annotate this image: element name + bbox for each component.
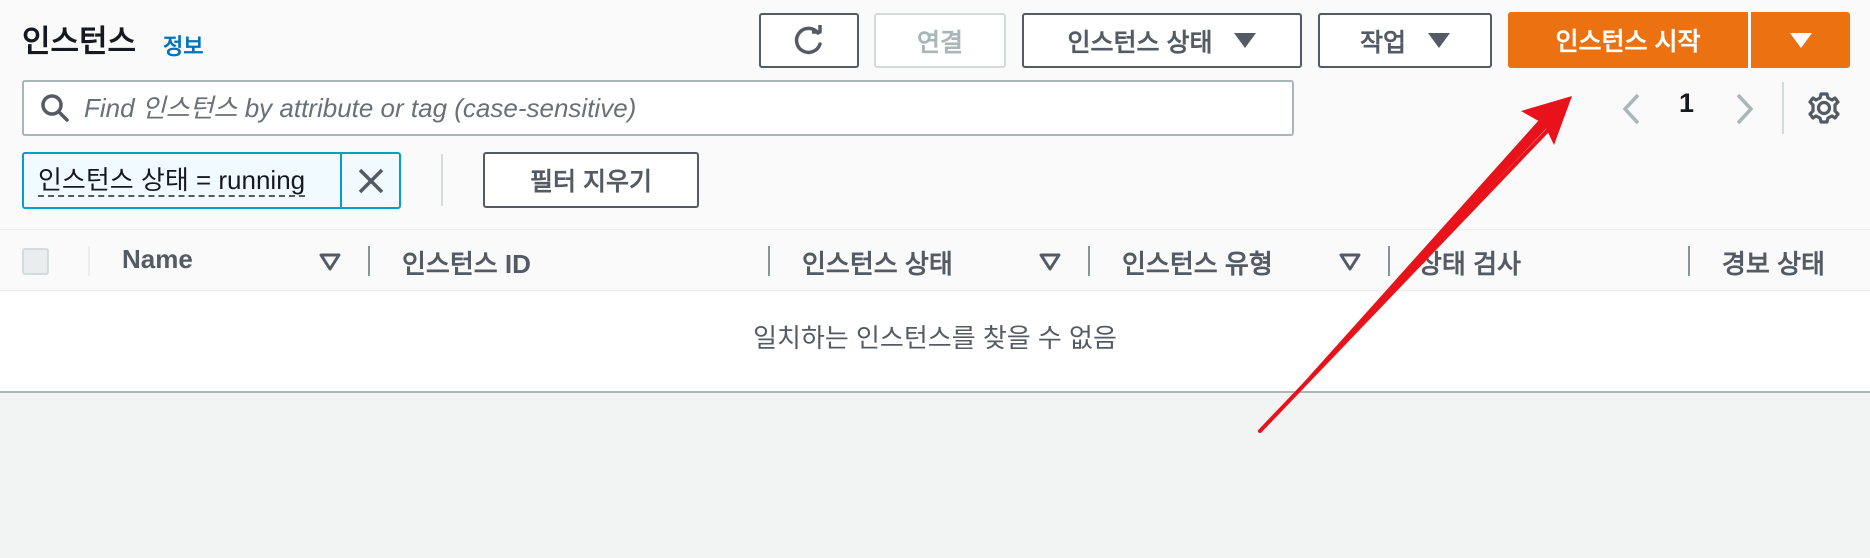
column-divider[interactable] (1688, 246, 1690, 276)
sort-icon[interactable] (319, 252, 341, 272)
page-number[interactable]: 1 (1679, 88, 1694, 119)
search-input[interactable] (84, 88, 1264, 128)
instance-state-label: 인스턴스 상태 (1067, 28, 1213, 57)
column-header-instance-state[interactable]: 인스턴스 상태 (802, 244, 953, 281)
caret-down-icon (1428, 33, 1450, 48)
filter-token-text: 인스턴스 상태 = running (38, 164, 306, 197)
search-icon (41, 94, 69, 122)
instance-state-dropdown[interactable]: 인스턴스 상태 (1022, 13, 1302, 68)
divider (1782, 82, 1784, 134)
sort-icon[interactable] (1039, 252, 1061, 272)
column-header-status-check[interactable]: 상태 검사 (1418, 244, 1521, 281)
clear-filters-label: 필터 지우기 (530, 168, 652, 196)
column-header-instance-id[interactable]: 인스턴스 ID (402, 244, 531, 281)
panel-header: 인스턴스 정보 연결 인스턴스 상태 작업 인스턴스 시작 Find 인스턴스 … (0, 0, 1870, 229)
clear-filters-button[interactable]: 필터 지우기 (483, 152, 699, 208)
filter-token[interactable]: 인스턴스 상태 = running (22, 152, 401, 209)
caret-down-icon (1234, 33, 1257, 48)
column-header-instance-type[interactable]: 인스턴스 유형 (1122, 244, 1273, 281)
empty-state-message: 일치하는 인스턴스를 찾을 수 없음 (753, 323, 1117, 353)
close-icon (358, 168, 383, 193)
connect-button[interactable]: 연결 (874, 13, 1006, 68)
launch-options-dropdown[interactable] (1751, 12, 1850, 68)
column-divider[interactable] (1088, 246, 1090, 276)
launch-instances-button[interactable]: 인스턴스 시작 (1508, 12, 1748, 68)
actions-label: 작업 (1359, 28, 1406, 57)
actions-dropdown[interactable]: 작업 (1318, 13, 1492, 68)
sort-icon[interactable] (1339, 252, 1361, 272)
launch-label: 인스턴스 시작 (1555, 28, 1701, 56)
divider (441, 154, 443, 206)
column-divider[interactable] (1388, 246, 1390, 276)
info-link[interactable]: 정보 (163, 29, 203, 61)
page-title: 인스턴스 (22, 24, 137, 59)
chevron-left-icon[interactable] (1620, 92, 1644, 126)
select-all-checkbox[interactable] (22, 248, 49, 275)
instances-panel: 인스턴스 정보 연결 인스턴스 상태 작업 인스턴스 시작 Find 인스턴스 … (0, 0, 1870, 393)
column-header-alarm-status[interactable]: 경보 상태 (1722, 244, 1825, 281)
caret-down-icon (1789, 32, 1812, 48)
remove-filter-button[interactable] (340, 154, 399, 207)
column-divider[interactable] (368, 246, 370, 276)
table-header: Name 인스턴스 ID 인스턴스 상태 인스턴스 유형 상태 검사 경보 상태 (0, 229, 1870, 291)
column-divider (88, 246, 90, 276)
connect-label: 연결 (916, 28, 963, 57)
chevron-right-icon[interactable] (1732, 92, 1756, 126)
refresh-button[interactable] (759, 13, 859, 68)
column-header-name[interactable]: Name (122, 244, 193, 275)
search-bar[interactable] (22, 80, 1294, 136)
gear-icon[interactable] (1806, 90, 1842, 126)
column-divider[interactable] (768, 246, 770, 276)
refresh-icon (794, 24, 822, 54)
